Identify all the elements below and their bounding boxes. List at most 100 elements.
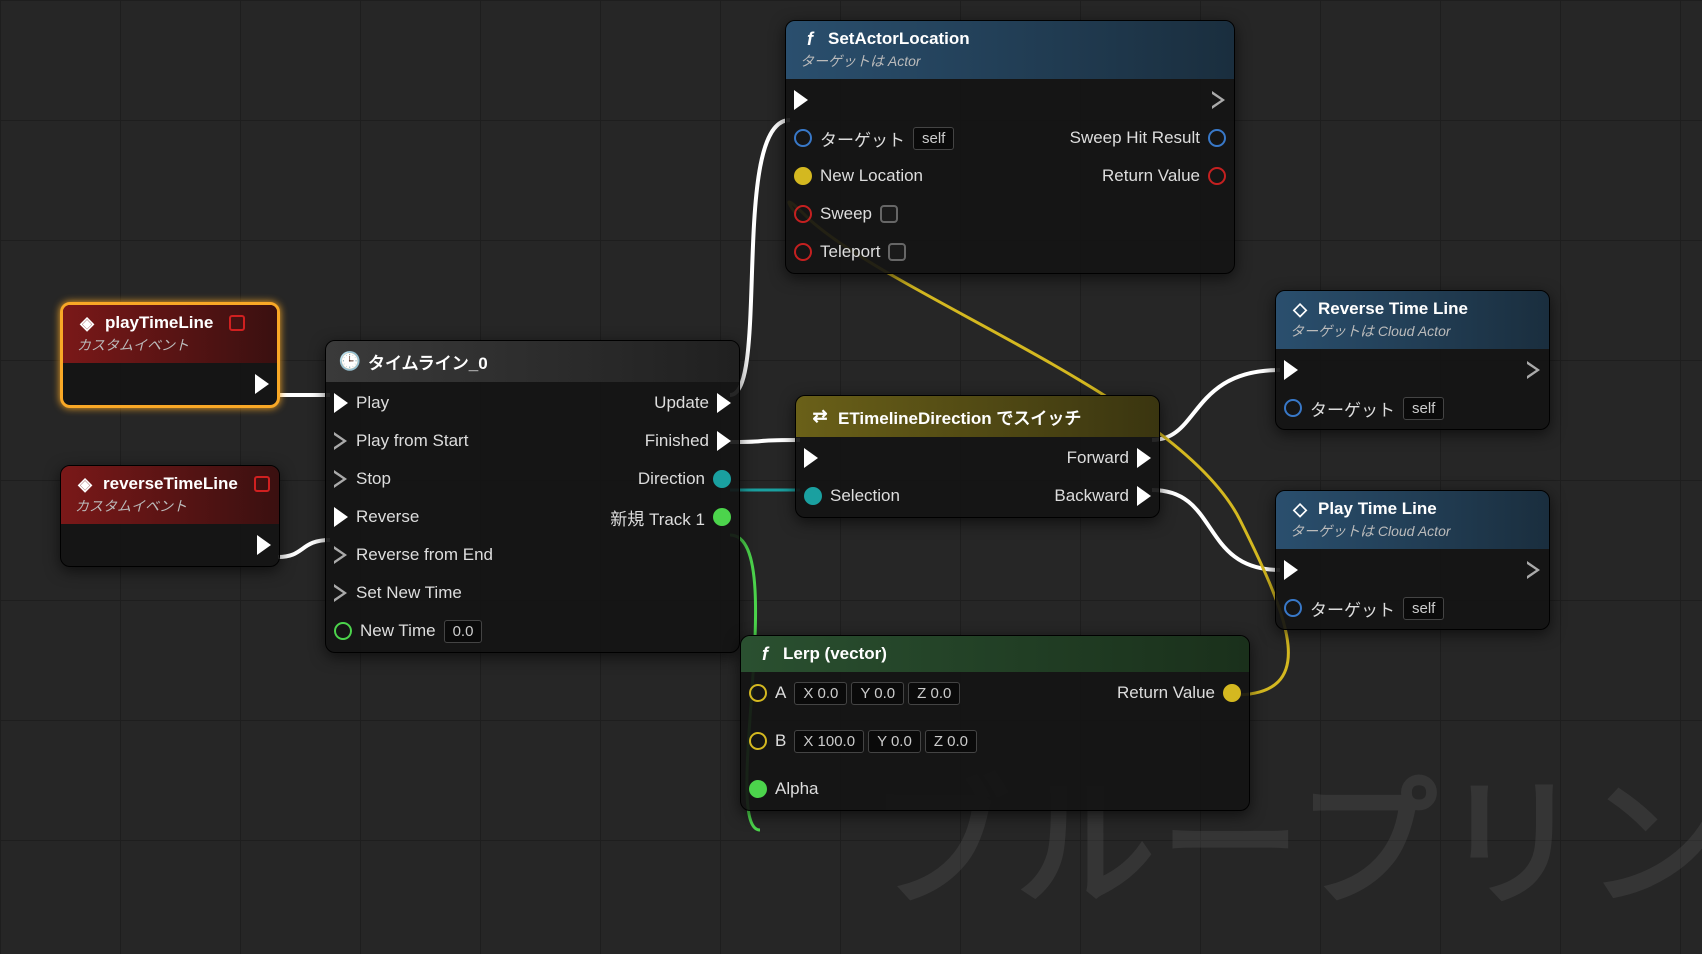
- teleport-checkbox[interactable]: [888, 243, 906, 261]
- sweep-checkbox[interactable]: [880, 205, 898, 223]
- pin-label: Selection: [830, 486, 900, 506]
- exec-in-reversefromend-pin[interactable]: [334, 546, 348, 564]
- vector-in-b-pin[interactable]: [749, 732, 767, 750]
- a-y-input[interactable]: Y 0.0: [851, 682, 904, 705]
- vector-in-a-pin[interactable]: [749, 684, 767, 702]
- node-subtitle: ターゲットは Cloud Actor: [1290, 321, 1451, 341]
- node-header: ◇ Play Time Line ターゲットは Cloud Actor: [1276, 491, 1549, 549]
- node-header: ◇ Reverse Time Line ターゲットは Cloud Actor: [1276, 291, 1549, 349]
- pin-label: Reverse: [356, 507, 419, 527]
- exec-in-pin[interactable]: [804, 448, 818, 468]
- pin-label: Update: [654, 393, 709, 413]
- a-x-input[interactable]: X 0.0: [794, 682, 847, 705]
- node-reverse-timeline-call[interactable]: ◇ Reverse Time Line ターゲットは Cloud Actor タ…: [1275, 290, 1550, 430]
- node-header: f SetActorLocation ターゲットは Actor: [786, 21, 1234, 79]
- pin-label: ターゲット: [1310, 396, 1395, 421]
- node-title: reverseTimeLine: [103, 474, 238, 494]
- node-header: ◈ reverseTimeLine カスタムイベント: [61, 466, 279, 524]
- function-icon: f: [800, 29, 820, 49]
- exec-out-pin[interactable]: [255, 374, 269, 394]
- pin-label: Direction: [638, 469, 705, 489]
- delegate-pin[interactable]: [229, 315, 245, 331]
- exec-out-forward-pin[interactable]: [1137, 448, 1151, 468]
- newtime-value-input[interactable]: 0.0: [444, 620, 483, 643]
- node-play-timeline-call[interactable]: ◇ Play Time Line ターゲットは Cloud Actor ターゲッ…: [1275, 490, 1550, 630]
- struct-out-sweephit-pin[interactable]: [1208, 129, 1226, 147]
- node-header: f Lerp (vector): [741, 636, 1249, 672]
- node-title: ETimelineDirection でスイッチ: [838, 404, 1081, 429]
- node-lerp-vector[interactable]: f Lerp (vector) A X 0.0 Y 0.0 Z 0.0 B X …: [740, 635, 1250, 811]
- bool-in-teleport-pin[interactable]: [794, 243, 812, 261]
- vector-out-return-pin[interactable]: [1223, 684, 1241, 702]
- pin-label: A: [775, 683, 786, 703]
- node-title: Play Time Line: [1318, 499, 1437, 519]
- exec-out-pin[interactable]: [1527, 561, 1541, 579]
- pin-label: Play: [356, 393, 389, 413]
- enum-out-direction-pin[interactable]: [713, 470, 731, 488]
- exec-in-play-pin[interactable]: [334, 393, 348, 413]
- node-title: SetActorLocation: [828, 29, 970, 49]
- pin-label: Forward: [1067, 448, 1129, 468]
- target-value[interactable]: self: [1403, 397, 1444, 420]
- node-timeline[interactable]: 🕒 タイムライン_0 Play Play from Start Stop Rev…: [325, 340, 740, 653]
- vector-in-newlocation-pin[interactable]: [794, 167, 812, 185]
- pin-label: B: [775, 731, 786, 751]
- node-switch-timeline-direction[interactable]: ⇄ ETimelineDirection でスイッチ Selection For…: [795, 395, 1160, 518]
- node-set-actor-location[interactable]: f SetActorLocation ターゲットは Actor ターゲット sel…: [785, 20, 1235, 274]
- node-play-timeline-event[interactable]: ◈ playTimeLine カスタムイベント: [60, 302, 280, 408]
- node-header: ⇄ ETimelineDirection でスイッチ: [796, 396, 1159, 437]
- pin-label: New Time: [360, 621, 436, 641]
- enum-in-selection-pin[interactable]: [804, 487, 822, 505]
- node-subtitle: ターゲットは Actor: [800, 51, 921, 71]
- exec-in-pin[interactable]: [1284, 360, 1298, 380]
- exec-out-update-pin[interactable]: [717, 393, 731, 413]
- exec-in-pin[interactable]: [1284, 560, 1298, 580]
- pin-label: New Location: [820, 166, 923, 186]
- exec-in-reverse-pin[interactable]: [334, 507, 348, 527]
- pin-label: Alpha: [775, 779, 818, 799]
- b-z-input[interactable]: Z 0.0: [925, 730, 977, 753]
- pin-label: Return Value: [1117, 683, 1215, 703]
- node-title: playTimeLine: [105, 313, 213, 333]
- event-call-icon: ◇: [1290, 499, 1310, 519]
- object-in-target-pin[interactable]: [1284, 399, 1302, 417]
- target-value[interactable]: self: [1403, 597, 1444, 620]
- float-in-alpha-pin[interactable]: [749, 780, 767, 798]
- function-icon: f: [755, 644, 775, 664]
- exec-out-pin[interactable]: [257, 535, 271, 555]
- a-z-input[interactable]: Z 0.0: [908, 682, 960, 705]
- pin-label: Teleport: [820, 242, 880, 262]
- exec-in-stop-pin[interactable]: [334, 470, 348, 488]
- exec-out-pin[interactable]: [1212, 91, 1226, 109]
- custom-event-icon: ◈: [75, 474, 95, 494]
- bool-in-sweep-pin[interactable]: [794, 205, 812, 223]
- exec-in-setnewtime-pin[interactable]: [334, 584, 348, 602]
- exec-out-finished-pin[interactable]: [717, 431, 731, 451]
- object-in-target-pin[interactable]: [794, 129, 812, 147]
- pin-label: Finished: [645, 431, 709, 451]
- exec-out-backward-pin[interactable]: [1137, 486, 1151, 506]
- custom-event-icon: ◈: [77, 313, 97, 333]
- pin-label: Sweep Hit Result: [1070, 128, 1200, 148]
- event-call-icon: ◇: [1290, 299, 1310, 319]
- exec-in-pin[interactable]: [794, 90, 808, 110]
- b-x-input[interactable]: X 100.0: [794, 730, 864, 753]
- float-out-track1-pin[interactable]: [713, 508, 731, 526]
- exec-in-playfromstart-pin[interactable]: [334, 432, 348, 450]
- delegate-pin[interactable]: [254, 476, 270, 492]
- pin-label: 新規 Track 1: [610, 505, 705, 530]
- pin-label: ターゲット: [1310, 596, 1395, 621]
- bool-out-return-pin[interactable]: [1208, 167, 1226, 185]
- node-header: 🕒 タイムライン_0: [326, 341, 739, 382]
- pin-label: ターゲット: [820, 126, 905, 151]
- b-y-input[interactable]: Y 0.0: [868, 730, 921, 753]
- node-subtitle: カスタムイベント: [77, 335, 189, 355]
- node-reverse-timeline-event[interactable]: ◈ reverseTimeLine カスタムイベント: [60, 465, 280, 567]
- target-value[interactable]: self: [913, 127, 954, 150]
- node-subtitle: ターゲットは Cloud Actor: [1290, 521, 1451, 541]
- object-in-target-pin[interactable]: [1284, 599, 1302, 617]
- float-in-newtime-pin[interactable]: [334, 622, 352, 640]
- node-title: タイムライン_0: [368, 349, 488, 374]
- exec-out-pin[interactable]: [1527, 361, 1541, 379]
- pin-label: Reverse from End: [356, 545, 493, 565]
